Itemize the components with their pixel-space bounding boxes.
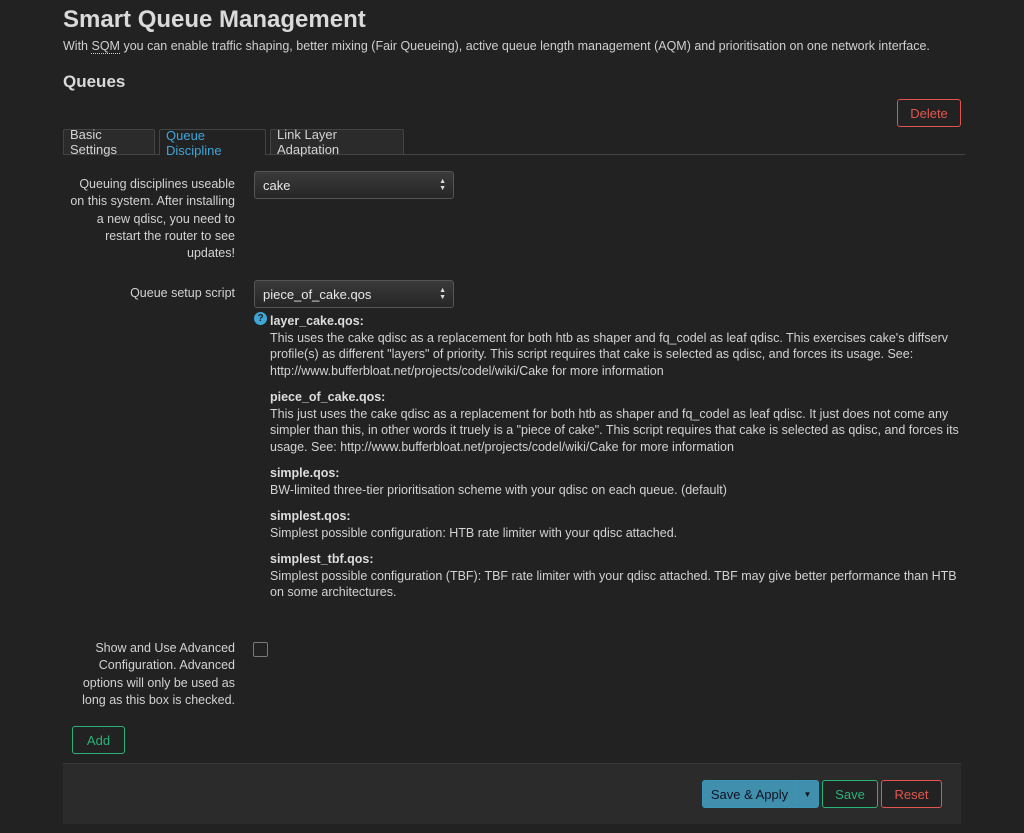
script-descriptions: layer_cake.qos: This uses the cake qdisc… (270, 313, 960, 611)
script-name: simple.qos: (270, 466, 340, 480)
select-arrows-icon: ▲ ▼ (439, 287, 446, 301)
advanced-config-label: Show and Use Advanced Configuration. Adv… (82, 641, 235, 707)
save-apply-dropdown-button[interactable]: ▼ (796, 780, 819, 808)
script-name: piece_of_cake.qos: (270, 390, 386, 404)
script-text: This just uses the cake qdisc as a repla… (270, 406, 959, 454)
page-description: With SQM you can enable traffic shaping,… (63, 39, 930, 54)
description-prefix: With (63, 39, 92, 53)
script-text: This uses the cake qdisc as a replacemen… (270, 330, 948, 378)
script-description: simplest_tbf.qos: Simplest possible conf… (270, 551, 960, 601)
script-name: simplest_tbf.qos: (270, 552, 374, 566)
script-label: Queue setup script (130, 286, 235, 300)
script-text: Simplest possible configuration: HTB rat… (270, 525, 678, 540)
reset-button[interactable]: Reset (881, 780, 942, 808)
script-select[interactable]: piece_of_cake.qos ▲ ▼ (254, 280, 454, 308)
script-description: piece_of_cake.qos: This just uses the ca… (270, 389, 960, 455)
script-name: simplest.qos: (270, 509, 351, 523)
qdisc-select-value: cake (263, 177, 291, 193)
script-description: simplest.qos: Simplest possible configur… (270, 508, 960, 541)
select-arrows-icon: ▲ ▼ (439, 178, 446, 192)
tab-bar: Basic Settings Queue Discipline Link Lay… (63, 127, 965, 158)
script-select-value: piece_of_cake.qos (263, 286, 372, 302)
section-title: Queues (63, 72, 126, 91)
save-button[interactable]: Save (822, 780, 878, 808)
script-text: BW-limited three-tier prioritisation sch… (270, 482, 727, 497)
caret-down-icon: ▼ (803, 789, 812, 799)
question-circle-icon: ? (254, 312, 267, 325)
script-description: layer_cake.qos: This uses the cake qdisc… (270, 313, 960, 379)
qdisc-select[interactable]: cake ▲ ▼ (254, 171, 454, 199)
page-title: Smart Queue Management (63, 6, 366, 33)
script-description: simple.qos: BW-limited three-tier priori… (270, 465, 960, 498)
delete-button[interactable]: Delete (897, 99, 961, 127)
script-name: layer_cake.qos: (270, 314, 364, 328)
script-text: Simplest possible configuration (TBF): T… (270, 568, 957, 600)
description-suffix: you can enable traffic shaping, better m… (119, 39, 930, 53)
tab-link-layer-adaptation[interactable]: Link Layer Adaptation (270, 127, 404, 157)
tab-basic-settings[interactable]: Basic Settings (63, 127, 155, 157)
qdisc-label: Queuing disciplines useable on this syst… (70, 177, 235, 261)
add-button[interactable]: Add (72, 726, 125, 754)
save-apply-button[interactable]: Save & Apply (702, 780, 797, 808)
sqm-abbreviation: SQM (91, 39, 120, 54)
tab-queue-discipline[interactable]: Queue Discipline (159, 128, 266, 158)
advanced-config-checkbox[interactable] (253, 642, 268, 657)
